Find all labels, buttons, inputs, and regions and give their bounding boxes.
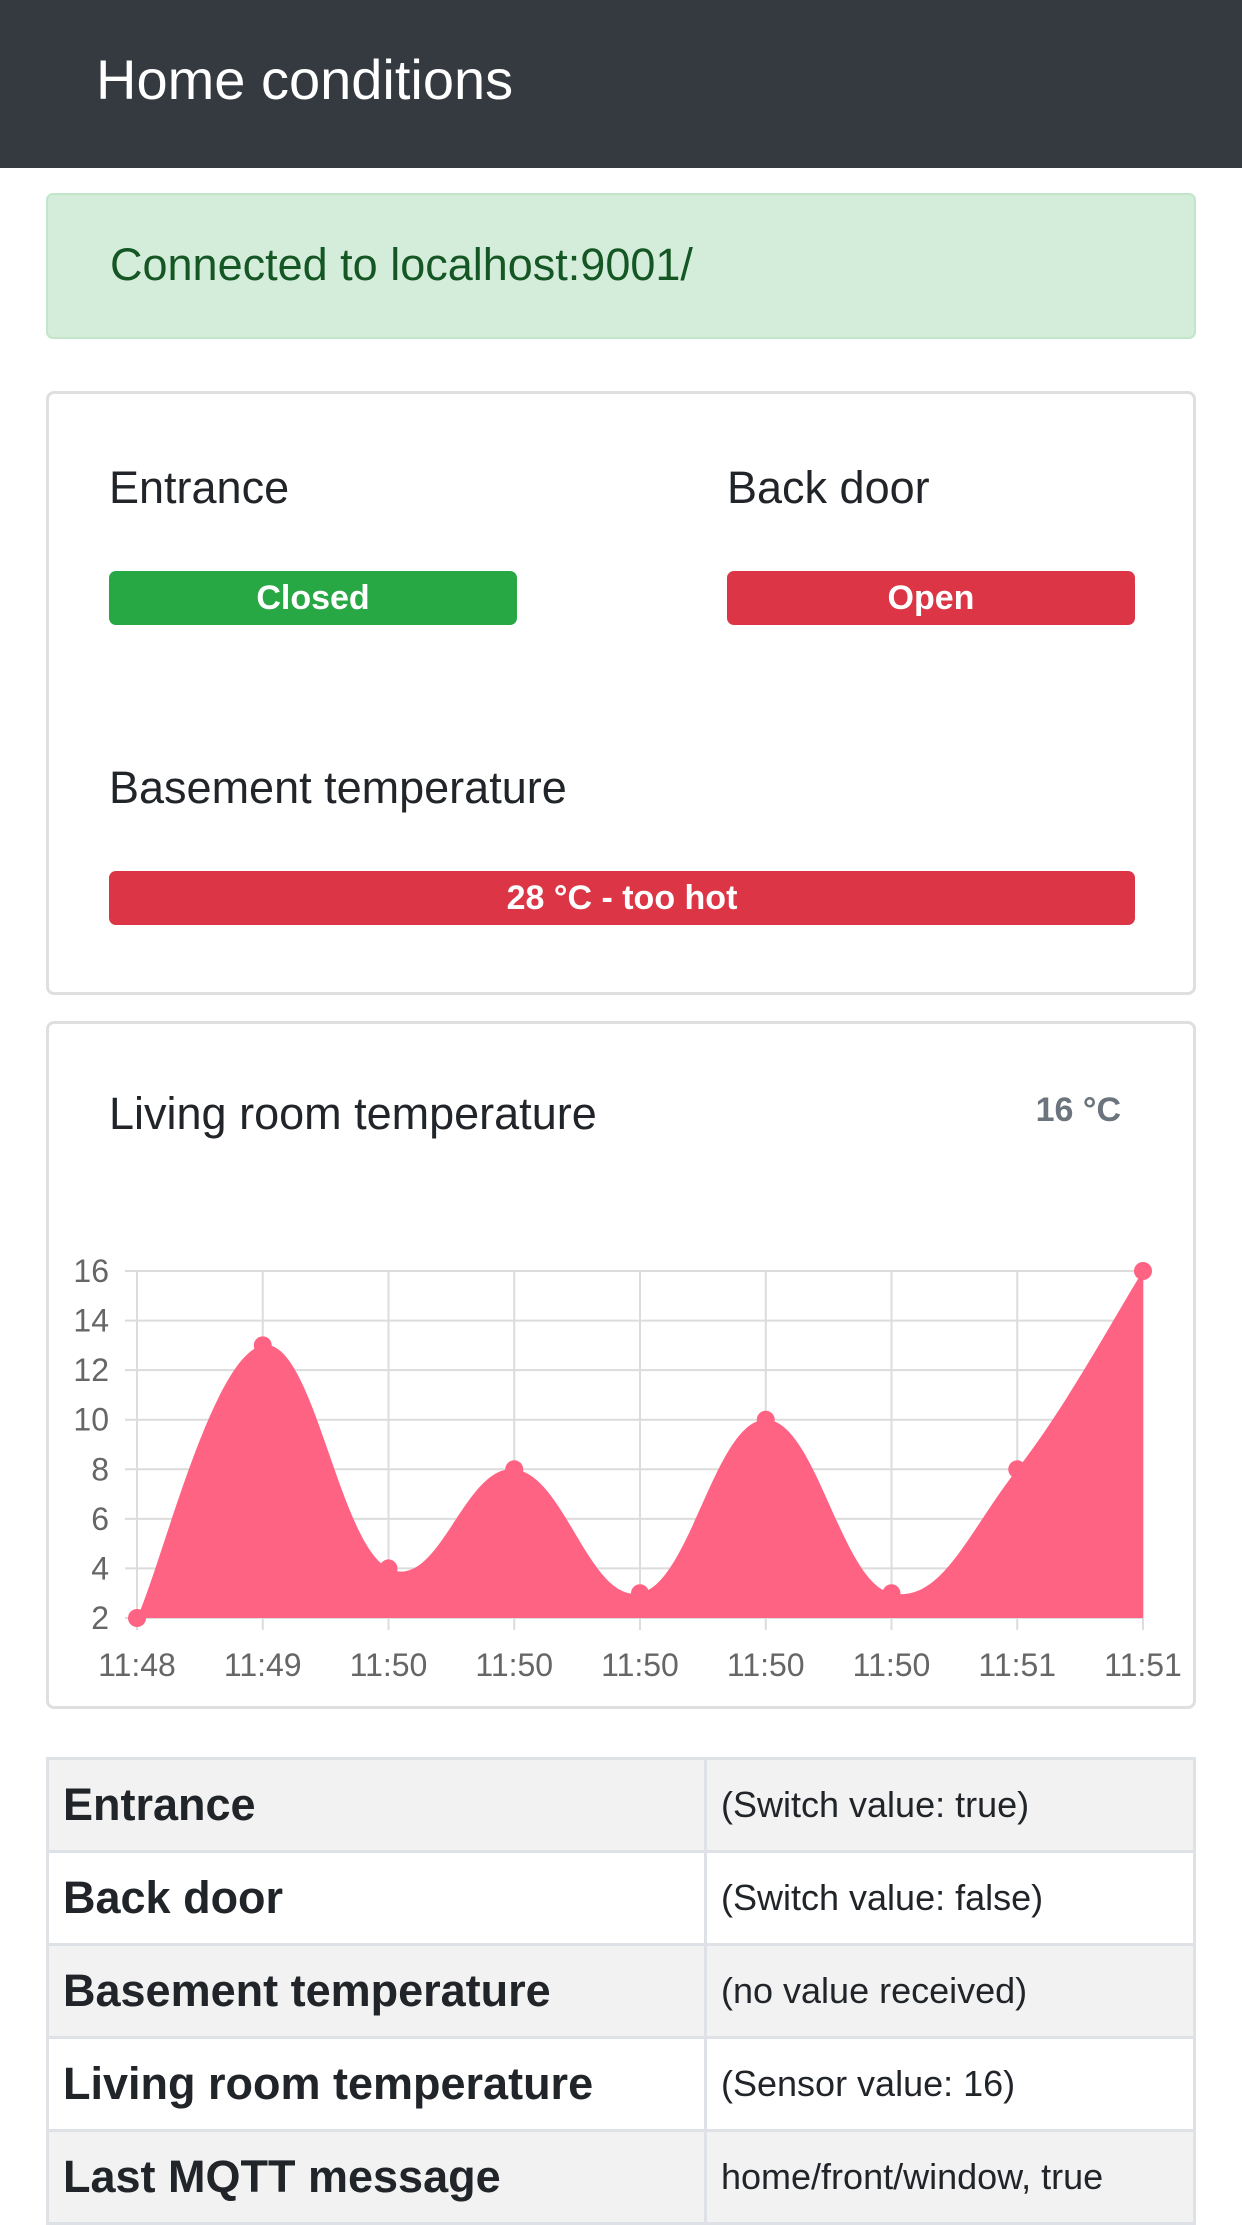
data-point — [128, 1609, 146, 1627]
back-door-label: Back door — [727, 462, 930, 513]
x-tick-label: 11:48 — [98, 1647, 176, 1683]
data-point — [1134, 1262, 1152, 1280]
status-card: Entrance Closed Back door Open Basement … — [46, 391, 1196, 995]
x-tick-label: 11:50 — [601, 1647, 679, 1683]
x-tick-label: 11:50 — [853, 1647, 931, 1683]
table-row: Entrance (Switch value: true) — [46, 1757, 1196, 1853]
temperature-chart: 2 4 6 8 10 12 14 16 11:48 11:49 11:50 11:50 11:50 11:… — [73, 1253, 1182, 1683]
basement-temperature-badge: 28 °C - too hot — [109, 871, 1135, 925]
data-point — [379, 1559, 398, 1578]
data-point — [631, 1584, 649, 1603]
row-key: Entrance — [46, 1757, 707, 1853]
x-tick-label: 11:51 — [1104, 1647, 1182, 1683]
row-value: (Sensor value: 16) — [704, 2036, 1196, 2132]
table-row: Last MQTT message home/front/window, tru… — [46, 2129, 1196, 2225]
data-point — [882, 1584, 901, 1603]
x-tick-label: 11:50 — [350, 1647, 428, 1683]
data-point — [756, 1410, 775, 1429]
y-tick-label: 2 — [91, 1600, 109, 1636]
y-tick-label: 12 — [73, 1352, 109, 1388]
y-tick-label: 4 — [91, 1550, 109, 1586]
data-point — [253, 1336, 272, 1355]
page-title[interactable]: Home conditions — [96, 48, 513, 112]
y-tick-label: 8 — [91, 1451, 109, 1487]
row-key: Basement temperature — [46, 1943, 707, 2039]
data-point — [505, 1460, 524, 1479]
row-key: Living room temperature — [46, 2036, 707, 2132]
row-value: home/front/window, true — [704, 2129, 1196, 2225]
connection-alert: Connected to localhost:9001/ — [46, 193, 1196, 339]
table-row: Living room temperature (Sensor value: 1… — [46, 2036, 1196, 2132]
y-tick-label: 14 — [73, 1303, 109, 1339]
values-table: Entrance (Switch value: true) Back door … — [46, 1757, 1196, 2225]
row-value: (Switch value: false) — [704, 1850, 1196, 1946]
y-tick-label: 6 — [91, 1501, 109, 1537]
entrance-label: Entrance — [109, 462, 290, 513]
table-row: Basement temperature (no value received) — [46, 1943, 1196, 2039]
x-tick-label: 11:49 — [224, 1647, 302, 1683]
x-tick-label: 11:50 — [475, 1647, 553, 1683]
row-key: Last MQTT message — [46, 2129, 707, 2225]
table-row: Back door (Switch value: false) — [46, 1850, 1196, 1946]
connection-status-text: Connected to localhost:9001/ — [110, 239, 693, 290]
row-value: (no value received) — [704, 1943, 1196, 2039]
back-door-status-badge: Open — [727, 571, 1135, 625]
row-value: (Switch value: true) — [704, 1757, 1196, 1853]
y-tick-label: 10 — [73, 1402, 109, 1438]
x-tick-label: 11:51 — [978, 1647, 1056, 1683]
y-tick-label: 16 — [73, 1253, 109, 1289]
entrance-status-badge: Closed — [109, 571, 517, 625]
data-point — [1008, 1460, 1027, 1479]
navbar: Home conditions — [0, 0, 1242, 168]
x-tick-label: 11:50 — [727, 1647, 805, 1683]
row-key: Back door — [46, 1850, 707, 1946]
living-room-chart-card: Living room temperature 16 °C 2 4 6 8 10 12 14… — [46, 1021, 1196, 1709]
basement-temperature-label: Basement temperature — [109, 762, 567, 813]
